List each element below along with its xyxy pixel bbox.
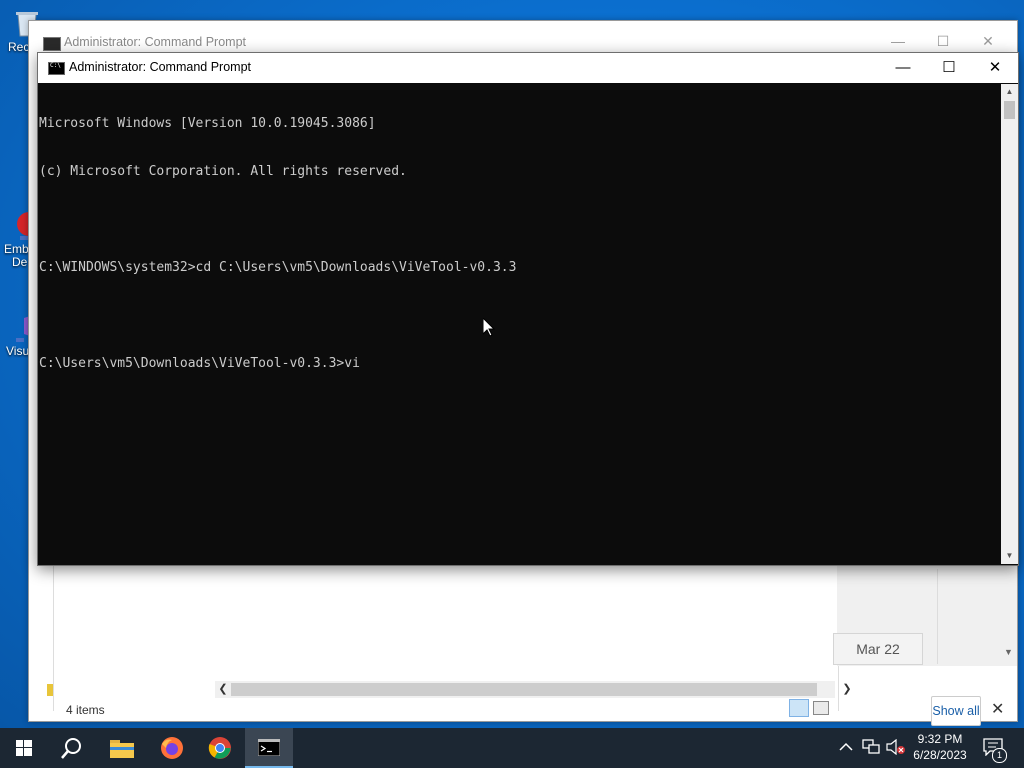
mouse-pointer-icon <box>483 318 495 337</box>
command-prompt-window[interactable]: Administrator: Command Prompt — ☐ ✕ Micr… <box>37 52 1019 566</box>
taskbar-file-explorer[interactable] <box>98 728 146 768</box>
vertical-scrollbar[interactable]: ▲ ▼ <box>1001 84 1018 564</box>
windows-logo-icon <box>16 740 32 756</box>
desktop: Rec Emb De Visu Administrator: Command P… <box>0 0 1024 728</box>
cmd-window-title: Administrator: Command Prompt <box>69 60 252 74</box>
scroll-down-icon[interactable]: ▼ <box>1004 647 1013 657</box>
background-window-title: Administrator: Command Prompt <box>64 35 247 49</box>
horizontal-scrollbar[interactable]: ❮ ❯ <box>215 681 852 698</box>
firefox-icon <box>161 737 183 759</box>
console-line: C:\WINDOWS\system32>cd C:\Users\vm5\Down… <box>39 260 517 275</box>
taskbar-command-prompt[interactable] <box>245 728 293 768</box>
maximize-button[interactable]: ☐ <box>932 33 954 51</box>
command-prompt-icon <box>43 37 61 51</box>
cmd-titlebar[interactable]: Administrator: Command Prompt — ☐ ✕ <box>38 53 1018 83</box>
command-prompt-icon <box>258 739 280 756</box>
chrome-icon <box>208 737 231 759</box>
clock-date: 6/28/2023 <box>913 748 967 762</box>
taskbar-firefox[interactable] <box>148 728 196 768</box>
taskbar-clock[interactable]: 9:32 PM 6/28/2023 <box>904 731 976 763</box>
details-view-icon[interactable] <box>789 699 809 717</box>
scrollbar-thumb[interactable] <box>231 683 817 696</box>
maximize-button[interactable]: ☐ <box>926 53 972 83</box>
show-hidden-icons-chevron-up-icon[interactable] <box>839 742 853 752</box>
show-all-button[interactable]: Show all <box>931 696 981 726</box>
scroll-right-icon[interactable]: ❯ <box>839 681 855 698</box>
taskbar-chrome[interactable] <box>196 728 244 768</box>
scroll-up-icon[interactable]: ▲ <box>1001 84 1018 100</box>
volume-muted-icon[interactable] <box>886 739 906 755</box>
close-icon[interactable]: ✕ <box>991 699 1004 719</box>
scrollbar-thumb[interactable] <box>1004 101 1015 119</box>
folder-icon-partial <box>47 684 53 696</box>
status-item-count: 4 items <box>66 703 105 717</box>
start-button[interactable] <box>0 728 48 768</box>
clock-time: 9:32 PM <box>917 732 963 746</box>
taskbar: 9:32 PM 6/28/2023 1 <box>0 728 1024 768</box>
action-center-button[interactable]: 1 <box>980 736 1007 763</box>
console-line: Microsoft Windows [Version 10.0.19045.30… <box>39 116 376 131</box>
date-column-cell: Mar 22 <box>833 633 923 665</box>
console-line: (c) Microsoft Corporation. All rights re… <box>39 164 407 179</box>
minimize-button[interactable]: — <box>887 33 909 51</box>
search-icon <box>61 738 81 759</box>
large-icons-view-icon[interactable] <box>813 701 829 715</box>
close-button[interactable]: ✕ <box>977 33 999 51</box>
console-output[interactable]: Microsoft Windows [Version 10.0.19045.30… <box>39 84 999 564</box>
console-prompt-line[interactable]: C:\Users\vm5\Downloads\ViVeTool-v0.3.3>v… <box>39 356 999 372</box>
divider <box>937 569 938 664</box>
close-button[interactable]: ✕ <box>972 53 1018 83</box>
scroll-down-icon[interactable]: ▼ <box>1001 548 1018 564</box>
notification-count-badge: 1 <box>992 748 1007 763</box>
scroll-left-icon[interactable]: ❮ <box>215 681 231 698</box>
network-icon[interactable] <box>862 739 880 755</box>
file-explorer-icon <box>110 740 134 758</box>
minimize-button[interactable]: — <box>880 53 926 83</box>
search-button[interactable] <box>48 728 96 768</box>
command-prompt-icon <box>48 62 65 75</box>
view-toggle <box>789 699 829 720</box>
